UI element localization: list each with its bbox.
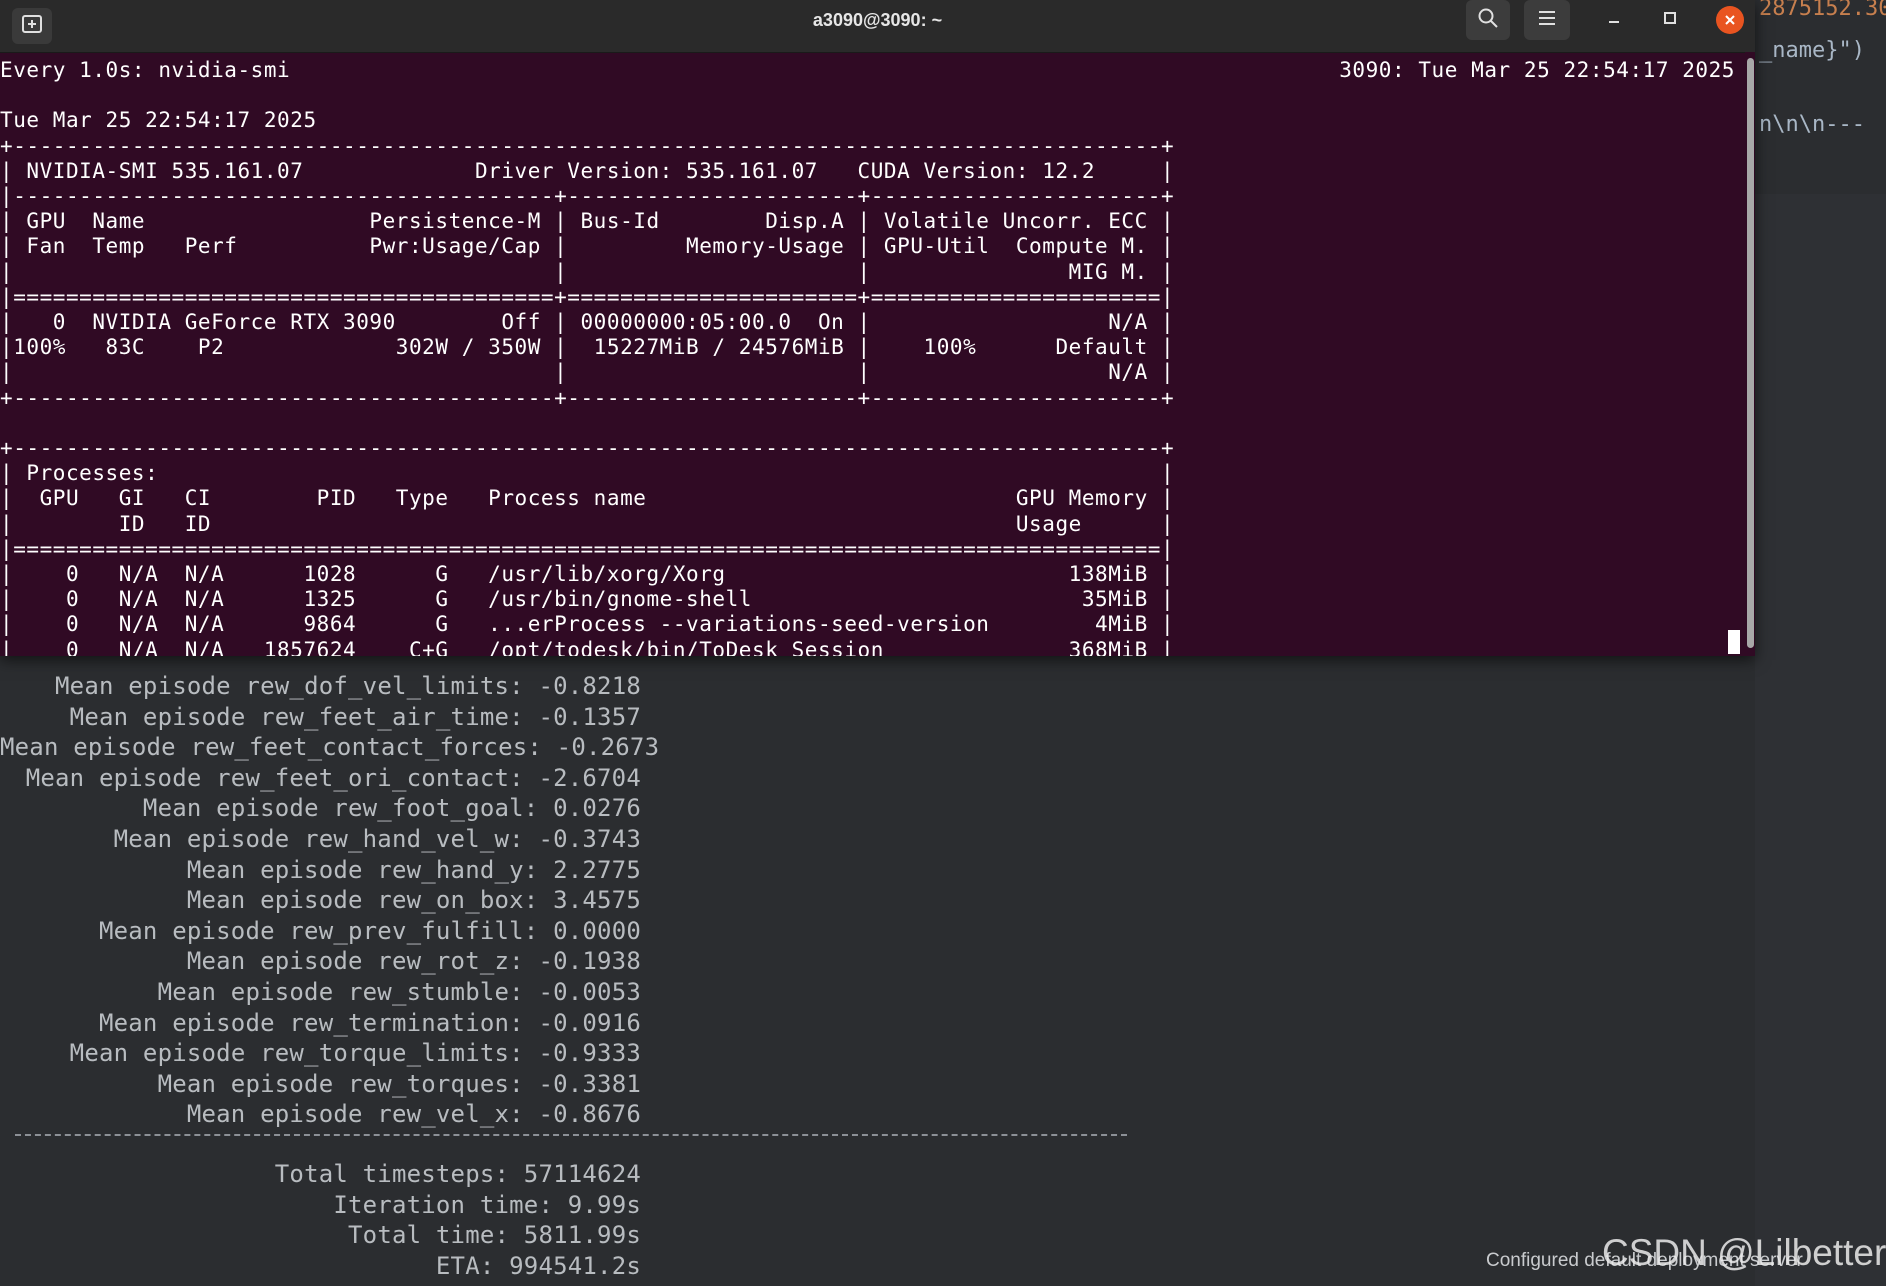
log-line: Mean episode rew_stumble: -0.0053 [157, 978, 641, 1006]
terminal-line: | NVIDIA-SMI 535.161.07 Driver Version: … [0, 158, 1175, 183]
terminal-scrollbar[interactable] [1745, 52, 1755, 656]
close-icon [1716, 6, 1744, 34]
terminal-line: | ID ID Usage | [0, 511, 1175, 536]
log-separator [15, 1134, 1127, 1136]
log-line: Mean episode rew_hand_vel_w: -0.3743 [113, 825, 641, 853]
log-line: ETA: 994541.2s [435, 1251, 641, 1280]
editor-line: _name}") [1759, 38, 1865, 63]
log-line: Mean episode rew_torque_limits: -0.9333 [69, 1039, 641, 1068]
editor-line: n\n\n--- [1759, 112, 1879, 137]
terminal-line: | | | MIG M. | [0, 259, 1175, 284]
terminal-line: | Fan Temp Perf Pwr:Usage/Cap | Memory-U… [0, 234, 1175, 259]
terminal-window[interactable]: a3090@3090: ~ Every 1.0s: nvidia-smi 309… [0, 0, 1755, 656]
search-button[interactable] [1466, 0, 1510, 40]
terminal-line: | | | N/A | [0, 360, 1175, 385]
watch-header-timestamp: 3090: Tue Mar 25 22:54:17 2025 [1339, 58, 1735, 82]
log-line: Total time: 5811.99s [348, 1221, 641, 1250]
log-line: Total timesteps: 57114624 [274, 1160, 641, 1188]
terminal-line: +---------------------------------------… [0, 385, 1175, 410]
terminal-output[interactable]: Every 1.0s: nvidia-smi 3090: Tue Mar 25 … [0, 52, 1745, 656]
log-line: Mean episode rew_foot_goal: 0.0276 [142, 794, 641, 823]
log-line: Mean episode rew_prev_fulfill: 0.0000 [98, 916, 641, 945]
log-line: Mean episode rew_torques: -0.3381 [157, 1069, 641, 1098]
terminal-line: |=======================================… [0, 284, 1175, 309]
terminal-line: | Processes: | [0, 461, 1175, 486]
terminal-line: | GPU GI CI PID Type Process name GPU Me… [0, 486, 1175, 511]
log-line: Iteration time: 9.99s [333, 1190, 641, 1219]
editor-line: 2875152.3090 [1759, 0, 1886, 21]
terminal-line: +---------------------------------------… [0, 436, 1175, 460]
title-bar[interactable]: a3090@3090: ~ [0, 0, 1755, 53]
hamburger-menu-icon [1537, 9, 1557, 31]
log-line: Mean episode rew_feet_air_time: -0.1357 [69, 702, 641, 731]
csdn-watermark: CSDN @Lilbetter. [1602, 1232, 1886, 1273]
maximize-button[interactable] [1650, 0, 1690, 40]
log-line: Mean episode rew_feet_ori_contact: -2.67… [25, 763, 641, 792]
terminal-line: | 0 NVIDIA GeForce RTX 3090 Off | 000000… [0, 310, 1175, 334]
minimize-icon [1606, 10, 1622, 30]
watch-header: Every 1.0s: nvidia-smi [0, 58, 291, 82]
background-editor: 2875152.3090 _name}") n\n\n--- [1755, 0, 1886, 194]
scrollbar-thumb[interactable] [1747, 58, 1754, 648]
minimize-button[interactable] [1594, 0, 1634, 40]
log-line: Mean episode rew_dof_vel_limits: -0.8218 [55, 672, 641, 700]
log-line: Mean episode rew_feet_contact_forces: -0… [0, 733, 660, 762]
maximize-icon [1662, 10, 1678, 30]
terminal-line: |100% 83C P2 302W / 350W | 15227MiB / 24… [0, 335, 1175, 360]
terminal-line: |---------------------------------------… [0, 184, 1175, 208]
terminal-line: | 0 N/A N/A 1028 G /usr/lib/xorg/Xorg 13… [0, 562, 1175, 586]
terminal-line: | 0 N/A N/A 1325 G /usr/bin/gnome-shell … [0, 587, 1175, 612]
search-icon [1477, 7, 1499, 33]
close-button[interactable] [1710, 0, 1750, 40]
log-line: Mean episode rew_termination: -0.0916 [98, 1008, 641, 1037]
terminal-line: | 0 N/A N/A 1857624 C+G /opt/todesk/bin/… [0, 637, 1175, 656]
log-line: Mean episode rew_on_box: 3.4575 [186, 886, 641, 915]
log-line: Mean episode rew_vel_x: -0.8676 [186, 1100, 641, 1129]
terminal-line: | 0 N/A N/A 9864 G ...erProcess --variat… [0, 612, 1175, 637]
terminal-line: +---------------------------------------… [0, 133, 1175, 158]
terminal-line: Tue Mar 25 22:54:17 2025 [0, 108, 317, 133]
new-tab-icon [21, 13, 43, 39]
terminal-line: |=======================================… [0, 536, 1175, 561]
menu-button[interactable] [1524, 0, 1570, 40]
new-tab-button[interactable] [12, 8, 52, 44]
log-line: Mean episode rew_hand_y: 2.2775 [186, 855, 641, 884]
terminal-cursor [1728, 630, 1740, 654]
log-line: Mean episode rew_rot_z: -0.1938 [186, 947, 641, 976]
background-panel [1755, 194, 1886, 1286]
terminal-line: | GPU Name Persistence-M | Bus-Id Disp.A… [0, 209, 1175, 234]
